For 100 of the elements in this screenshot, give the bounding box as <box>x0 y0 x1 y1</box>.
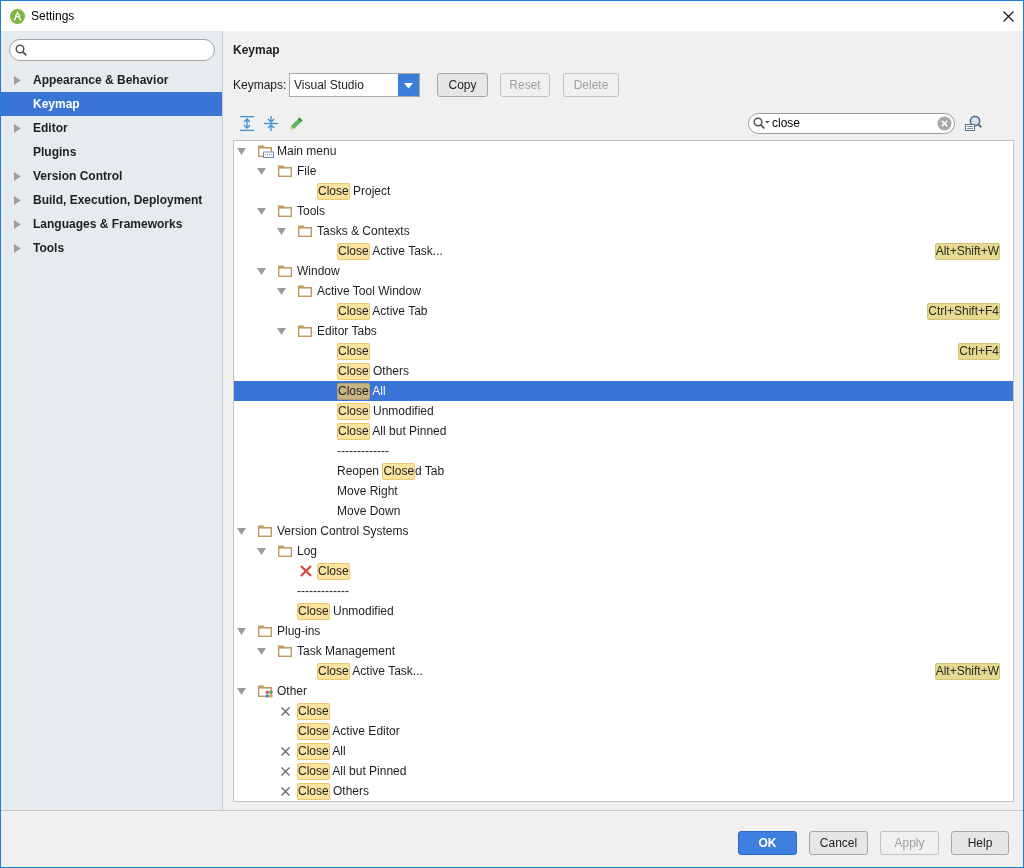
action-row[interactable]: Close Others <box>234 781 1013 801</box>
expand-arrow-icon[interactable] <box>14 219 21 229</box>
action-row[interactable]: Close All <box>234 381 1013 401</box>
action-row[interactable]: Close <box>234 561 1013 581</box>
search-highlight: Close <box>337 402 370 420</box>
cancel-button[interactable]: Cancel <box>809 831 868 855</box>
search-field[interactable] <box>9 39 215 61</box>
action-row[interactable]: Close Ctrl+F4 <box>234 341 1013 361</box>
action-row[interactable]: Close <box>234 701 1013 721</box>
expand-arrow-icon[interactable] <box>14 171 21 181</box>
ok-button[interactable]: OK <box>738 831 797 855</box>
expand-arrow-icon[interactable] <box>14 243 21 253</box>
search-highlight: Close <box>297 762 330 780</box>
folder-icon <box>278 545 292 557</box>
collapse-arrow-icon[interactable] <box>277 287 286 295</box>
x-mark-icon <box>281 706 290 716</box>
tree-node[interactable]: Task Management <box>234 641 1013 661</box>
action-row[interactable]: Close Active Editor <box>234 721 1013 741</box>
collapse-arrow-icon[interactable] <box>237 147 246 155</box>
action-row[interactable]: Close Unmodified <box>234 401 1013 421</box>
search-icon[interactable] <box>753 117 770 129</box>
action-row[interactable]: Close All but Pinned <box>234 421 1013 441</box>
tree-node[interactable]: Active Tool Window <box>234 281 1013 301</box>
action-row[interactable]: Close Others <box>234 361 1013 381</box>
pencil-icon[interactable] <box>290 116 303 130</box>
collapse-arrow-icon[interactable] <box>257 167 266 175</box>
tree-node[interactable]: Tasks & Contexts <box>234 221 1013 241</box>
collapse-arrow-icon[interactable] <box>257 647 266 655</box>
expand-arrow-icon[interactable] <box>14 123 21 133</box>
close-button[interactable] <box>1000 8 1016 24</box>
keyboard-shortcut: Alt+Shift+W <box>934 662 1000 680</box>
search-highlight: Close <box>337 302 370 320</box>
sidebar-item[interactable]: Tools <box>1 236 222 260</box>
tree-node[interactable]: Version Control Systems <box>234 521 1013 541</box>
action-row[interactable]: Close All <box>234 741 1013 761</box>
help-button[interactable]: Help <box>951 831 1009 855</box>
x-mark-icon <box>281 786 290 796</box>
collapse-arrow-icon[interactable] <box>237 627 246 635</box>
filter-field[interactable]: close <box>748 112 955 134</box>
collapse-arrow-icon[interactable] <box>257 207 266 215</box>
x-mark-icon <box>281 746 290 756</box>
keymap-dropdown[interactable]: Visual Studio <box>289 73 420 97</box>
x-mark-icon <box>300 565 312 577</box>
collapse-arrow-icon[interactable] <box>277 227 286 235</box>
folder-icon <box>298 285 312 297</box>
sidebar-item[interactable]: Languages & Frameworks <box>1 212 222 236</box>
search-highlight: Close <box>382 462 416 480</box>
app-icon <box>10 8 25 24</box>
collapse-arrow-icon[interactable] <box>237 527 246 535</box>
magnifier-icon[interactable] <box>965 114 982 132</box>
search-highlight: Close <box>337 422 370 440</box>
collapse-arrow-icon[interactable] <box>257 267 266 275</box>
collapse-arrow-icon[interactable] <box>257 547 266 555</box>
tree-node[interactable]: Plug-ins <box>234 621 1013 641</box>
sidebar-item[interactable]: Plugins <box>1 140 222 164</box>
folder-icon <box>298 325 312 337</box>
sidebar-item[interactable]: Editor <box>1 116 222 140</box>
separator-item[interactable]: ------------- <box>234 441 1013 461</box>
search-highlight: Close <box>337 342 370 360</box>
collapse-arrow-icon[interactable] <box>277 327 286 335</box>
action-row[interactable]: Close Active Task... Alt+Shift+W <box>234 241 1013 261</box>
search-highlight: Close <box>337 242 370 260</box>
copy-button[interactable]: Copy <box>437 73 488 97</box>
search-highlight: Close <box>317 662 350 680</box>
tree-node[interactable]: Editor Tabs <box>234 321 1013 341</box>
search-highlight: Close <box>337 362 370 380</box>
sidebar-item[interactable]: Keymap <box>1 92 222 116</box>
folder-with-dots-icon <box>258 684 274 698</box>
action-row[interactable]: Close All but Pinned <box>234 761 1013 781</box>
close-icon <box>1002 10 1014 22</box>
expand-arrow-icon[interactable] <box>14 195 21 205</box>
collapse-arrow-icon[interactable] <box>237 687 246 695</box>
search-highlight: Close <box>297 602 330 620</box>
sidebar-item[interactable]: Build, Execution, Deployment <box>1 188 222 212</box>
tree-node[interactable]: Window <box>234 261 1013 281</box>
action-row[interactable]: Reopen Closed Tab <box>234 461 1013 481</box>
search-highlight: Close <box>297 782 330 800</box>
action-row[interactable]: Close Unmodified <box>234 601 1013 621</box>
action-row[interactable]: Move Right <box>234 481 1013 501</box>
tree-node[interactable]: Main menu <box>234 141 1013 161</box>
keyboard-shortcut: Ctrl+Shift+F4 <box>927 302 1000 320</box>
clear-icon[interactable] <box>937 115 952 131</box>
sidebar-item[interactable]: Version Control <box>1 164 222 188</box>
expand-arrow-icon[interactable] <box>14 75 21 85</box>
action-row[interactable]: Close Active Task... Alt+Shift+W <box>234 661 1013 681</box>
action-row[interactable]: Move Down <box>234 501 1013 521</box>
tree-node[interactable]: Tools <box>234 201 1013 221</box>
expand-all-icon[interactable] <box>240 115 254 131</box>
tree-node[interactable]: File <box>234 161 1013 181</box>
sidebar-item[interactable]: Appearance & Behavior <box>1 68 222 92</box>
tree-node[interactable]: Log <box>234 541 1013 561</box>
separator-item[interactable]: ------------- <box>234 581 1013 601</box>
collapse-all-icon[interactable] <box>264 115 278 131</box>
action-row[interactable]: Close Active Tab Ctrl+Shift+F4 <box>234 301 1013 321</box>
search-icon <box>15 44 27 56</box>
action-row[interactable]: Close Project <box>234 181 1013 201</box>
tree-node[interactable]: Other <box>234 681 1013 701</box>
folder-icon <box>278 265 292 277</box>
search-highlight: Close <box>297 722 330 740</box>
keymaps-label: Keymaps: <box>233 77 288 94</box>
